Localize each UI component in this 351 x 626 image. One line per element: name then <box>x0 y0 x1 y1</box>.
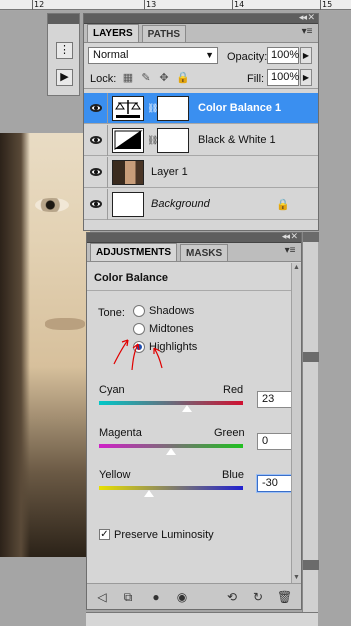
mask-toggle-icon[interactable]: ● <box>149 590 163 604</box>
preserve-luminosity-label: Preserve Luminosity <box>114 529 214 541</box>
opacity-arrow-icon[interactable]: ▶ <box>300 47 312 64</box>
layer-name[interactable]: Layer 1 <box>151 166 188 178</box>
layer-name[interactable]: Black & White 1 <box>198 134 276 146</box>
mask-thumbnail[interactable] <box>157 96 189 121</box>
adjustment-title: Color Balance <box>94 272 168 284</box>
opacity-label: Opacity: <box>227 51 268 63</box>
collapse-icon[interactable]: ◂◂ ✕ <box>299 12 315 23</box>
layer-row-background[interactable]: Background 🔒 <box>84 189 318 220</box>
opacity-input[interactable]: 100% <box>267 47 299 64</box>
next-panel-edge <box>86 612 318 626</box>
blue-label: Blue <box>222 469 245 481</box>
delete-icon[interactable]: 🗑 <box>277 590 292 604</box>
red-label: Red <box>223 384 244 396</box>
collapse-icon[interactable]: ◂◂ ✕ <box>282 231 298 242</box>
tone-shadows-radio[interactable]: Shadows <box>133 303 194 319</box>
tab-masks[interactable]: MASKS <box>180 244 229 261</box>
clip-layer-icon[interactable]: ⧉ <box>121 590 135 604</box>
layer-thumbnail <box>112 160 144 185</box>
horizontal-ruler: 12 13 14 15 <box>0 0 351 10</box>
adjustment-thumbnail-icon <box>112 96 144 121</box>
layer-name[interactable]: Background <box>151 198 210 210</box>
ruler-mark: 13 <box>146 0 157 9</box>
layer-thumbnail <box>112 192 144 217</box>
adjustment-thumbnail-icon <box>112 128 144 153</box>
tab-adjustments[interactable]: ADJUSTMENTS <box>90 243 178 261</box>
lock-all-icon[interactable]: 🔒 <box>176 72 190 84</box>
fill-label: Fill: <box>247 73 265 85</box>
cyan-red-slider[interactable] <box>99 401 243 405</box>
tab-layers[interactable]: LAYERS <box>87 24 139 42</box>
layer-row-color-balance[interactable]: ⛓ Color Balance 1 <box>84 93 318 124</box>
preserve-luminosity-checkbox[interactable]: ✓ <box>99 529 110 540</box>
red-annotation-arrows <box>113 339 163 371</box>
green-label: Green <box>214 427 245 439</box>
previous-state-icon[interactable]: ⟲ <box>225 590 239 604</box>
layer-row-layer-1[interactable]: Layer 1 <box>84 157 318 188</box>
lock-label: Lock: <box>90 73 117 85</box>
panel-menu-icon[interactable]: ▾≡ <box>283 246 297 257</box>
yellow-blue-thumb[interactable] <box>143 489 156 498</box>
layers-panel: ◂◂ ✕ LAYERS PATHS ▾≡ Normal ▼ Opacity: 10… <box>83 12 319 231</box>
tone-label: Tone: <box>98 307 125 319</box>
panel-scrollbar-strip <box>302 232 319 612</box>
document-photo[interactable] <box>0 133 90 557</box>
ruler-mark: 12 <box>34 0 45 9</box>
panel-titlebar[interactable]: ◂◂ ✕ <box>84 12 318 24</box>
panel-dock-strip: ⋮ ▶ <box>47 13 80 96</box>
lock-position-icon[interactable]: ✥ <box>158 72 170 84</box>
history-icon[interactable]: ⋮ <box>56 42 73 59</box>
visibility-eye-icon[interactable] <box>90 168 102 176</box>
cyan-label: Cyan <box>99 384 125 396</box>
panel-titlebar[interactable]: ◂◂ ✕ <box>87 231 301 243</box>
actions-play-icon[interactable]: ▶ <box>56 69 73 86</box>
panel-menu-icon[interactable]: ▾≡ <box>300 27 314 38</box>
magenta-green-thumb[interactable] <box>165 447 177 456</box>
tab-paths[interactable]: PATHS <box>141 25 187 42</box>
visibility-eye-icon[interactable] <box>90 200 102 208</box>
cyan-red-thumb[interactable] <box>180 404 193 413</box>
layer-lock-icon: 🔒 <box>276 199 290 211</box>
visibility-icon[interactable]: ◉ <box>175 590 189 604</box>
fill-input[interactable]: 100% <box>267 69 299 86</box>
adjustments-panel: ◂◂ ✕ ADJUSTMENTS MASKS ▾≡ Color Balance … <box>86 231 302 610</box>
layer-row-black-white[interactable]: ⛓ Black & White 1 <box>84 125 318 156</box>
lock-transparency-icon[interactable]: ▦ <box>122 72 134 84</box>
reset-icon[interactable]: ↻ <box>251 590 265 604</box>
adjustments-footer: ◁ ⧉ ● ◉ ⟲ ↻ 🗑 <box>87 583 301 609</box>
adjustments-scrollbar[interactable]: ▲ ▼ <box>291 263 301 583</box>
visibility-eye-icon[interactable] <box>90 104 102 112</box>
visibility-eye-icon[interactable] <box>90 136 102 144</box>
fill-arrow-icon[interactable]: ▶ <box>300 69 312 86</box>
back-arrow-icon[interactable]: ◁ <box>95 590 109 604</box>
layer-name[interactable]: Color Balance 1 <box>198 102 281 114</box>
magenta-label: Magenta <box>99 427 142 439</box>
mask-thumbnail[interactable] <box>157 128 189 153</box>
ruler-mark: 15 <box>322 0 333 9</box>
yellow-label: Yellow <box>99 469 131 481</box>
lock-pixels-icon[interactable]: ✎ <box>140 72 152 84</box>
ruler-mark: 14 <box>234 0 245 9</box>
blend-mode-select[interactable]: Normal ▼ <box>88 47 218 64</box>
yellow-blue-slider[interactable] <box>99 486 243 490</box>
